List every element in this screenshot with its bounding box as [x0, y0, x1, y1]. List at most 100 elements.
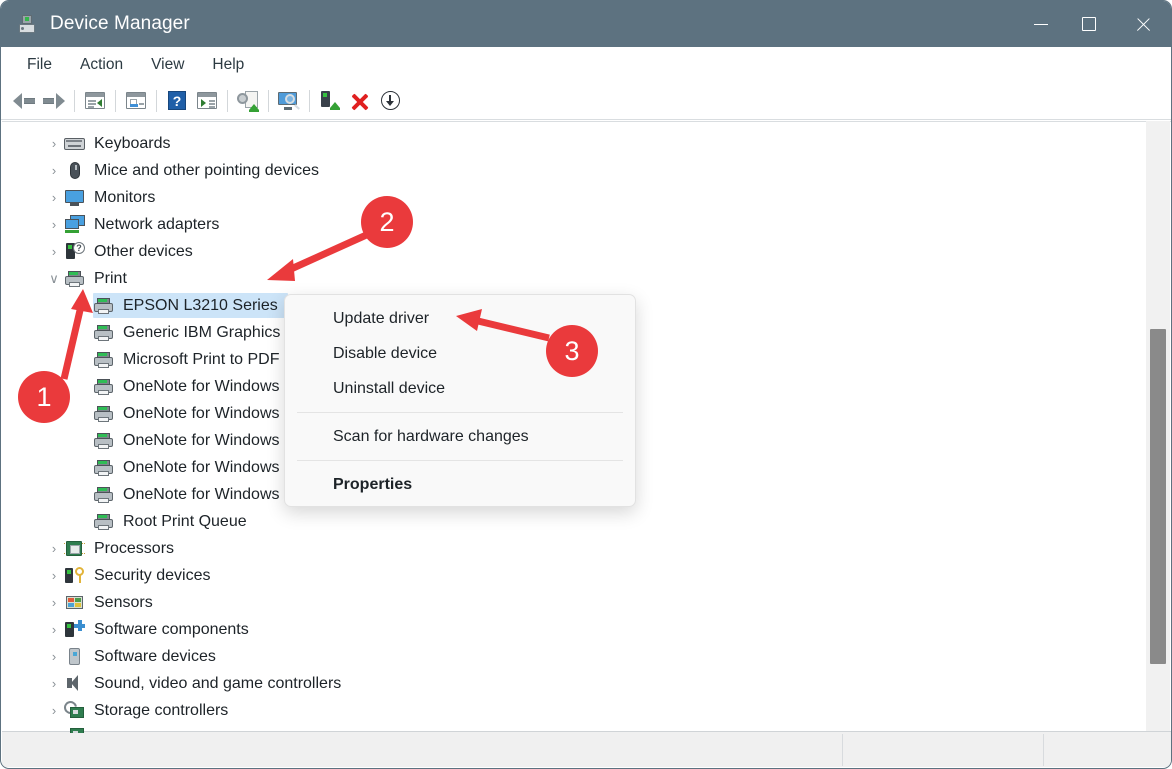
scan-for-hardware-changes-button[interactable] — [274, 86, 304, 116]
menu-item-file[interactable]: File — [17, 54, 62, 76]
status-bar — [2, 731, 1171, 767]
back-icon — [13, 92, 35, 109]
menu-item-help[interactable]: Help — [202, 54, 254, 76]
window-controls — [1017, 1, 1171, 47]
chevron-right-icon[interactable]: › — [44, 191, 64, 204]
tree-row-software-devices[interactable]: › Software devices — [2, 643, 1142, 670]
tree-row-mice-and-other-pointing-devices[interactable]: › Mice and other pointing devices — [2, 157, 1142, 184]
menu-bar: File Action View Help — [1, 47, 1171, 82]
context-menu-separator — [297, 412, 623, 413]
chevron-right-icon[interactable]: › — [44, 137, 64, 150]
toolbar-separator — [268, 89, 269, 112]
security-device-icon — [64, 566, 85, 585]
chevron-right-icon[interactable]: › — [44, 650, 64, 663]
printer-icon — [93, 485, 114, 504]
chevron-right-icon[interactable]: › — [44, 569, 64, 582]
show-hide-action-pane-icon — [197, 92, 217, 109]
tree-row-label: Monitors — [94, 188, 156, 206]
printer-icon — [93, 377, 114, 396]
storage-controller-icon — [64, 724, 85, 733]
menu-item-view[interactable]: View — [141, 54, 194, 76]
properties-icon — [126, 92, 146, 109]
forward-button[interactable] — [39, 86, 69, 116]
window-title: Device Manager — [50, 13, 190, 34]
tree-row-label: Mice and other pointing devices — [94, 161, 320, 179]
sound-device-icon — [64, 674, 85, 693]
help-icon: ? — [168, 91, 186, 110]
tree-row-label: Print — [94, 269, 127, 287]
software-component-icon — [64, 620, 85, 639]
tree-row-label: OneNote for Windows 10 — [123, 377, 302, 395]
context-menu-item-scan-for-hardware-changes[interactable]: Scan for hardware changes — [285, 419, 635, 454]
properties-button[interactable] — [121, 86, 151, 116]
maximize-button[interactable] — [1065, 1, 1113, 47]
scrollbar-thumb[interactable] — [1150, 329, 1166, 664]
chevron-right-icon[interactable]: › — [44, 245, 64, 258]
update-driver-button[interactable] — [233, 86, 263, 116]
forward-icon — [43, 92, 65, 109]
close-icon — [1135, 16, 1152, 33]
printer-icon — [93, 458, 114, 477]
chevron-right-icon[interactable]: › — [44, 623, 64, 636]
minimize-button[interactable] — [1017, 1, 1065, 47]
chevron-right-icon[interactable]: › — [44, 164, 64, 177]
uninstall-device-button[interactable] — [345, 86, 375, 116]
tree-row-sound-video-and-game-controllers[interactable]: › Sound, video and game controllers — [2, 670, 1142, 697]
device-manager-icon — [16, 13, 38, 35]
vertical-scrollbar[interactable] — [1146, 121, 1170, 733]
tree-row-storage-controllers[interactable]: › Storage controllers — [2, 697, 1142, 724]
printer-icon — [93, 323, 114, 342]
tree-row-processors[interactable]: › Processors — [2, 535, 1142, 562]
tree-row-sensors[interactable]: › Sensors — [2, 589, 1142, 616]
chevron-right-icon[interactable]: › — [44, 704, 64, 717]
chevron-right-icon[interactable]: › — [44, 542, 64, 555]
chevron-right-icon[interactable]: › — [44, 677, 64, 690]
chevron-down-icon[interactable]: ∨ — [44, 272, 64, 285]
tree-row-label: OneNote for Windows 10 — [123, 404, 302, 422]
tree-row-keyboards[interactable]: › Keyboards — [2, 130, 1142, 157]
show-hide-console-tree-button[interactable] — [80, 86, 110, 116]
chevron-right-icon[interactable]: › — [44, 596, 64, 609]
disable-device-button[interactable] — [375, 86, 405, 116]
context-menu-item-uninstall-device[interactable]: Uninstall device — [285, 371, 635, 406]
chevron-right-icon[interactable]: › — [44, 218, 64, 231]
tree-row-label: Other devices — [94, 242, 193, 260]
sensor-icon — [64, 593, 85, 612]
close-button[interactable] — [1113, 1, 1171, 47]
context-menu[interactable]: Update driver Disable device Uninstall d… — [284, 294, 636, 507]
tree-row-label: OneNote for Windows 10 — [123, 458, 302, 476]
processor-icon — [64, 539, 85, 558]
enable-device-icon — [320, 91, 340, 110]
toolbar-separator — [156, 89, 157, 112]
printer-icon — [93, 431, 114, 450]
tree-row-root-print-queue[interactable]: Root Print Queue — [2, 508, 1142, 535]
annotation-badge-3: 3 — [546, 325, 598, 377]
enable-device-button[interactable] — [315, 86, 345, 116]
storage-controller-icon — [61, 698, 85, 720]
tree-row-label: OneNote for Windows 10 — [123, 431, 302, 449]
tree-row-label: Sound, video and game controllers — [94, 674, 342, 692]
tree-row-label: Keyboards — [94, 134, 171, 152]
tree-row-monitors[interactable]: › Monitors — [2, 184, 1142, 211]
printer-icon — [93, 296, 114, 315]
toolbar-separator — [309, 89, 310, 112]
back-button[interactable] — [9, 86, 39, 116]
toolbar: ? — [1, 82, 1171, 120]
show-hide-action-pane-button[interactable] — [192, 86, 222, 116]
disable-device-icon — [380, 91, 400, 110]
status-bar-divider — [842, 734, 843, 766]
context-menu-item-properties[interactable]: Properties — [285, 467, 635, 502]
software-device-icon — [64, 647, 85, 666]
printer-icon — [64, 269, 85, 288]
menu-item-action[interactable]: Action — [70, 54, 133, 76]
tree-row-print[interactable]: ∨ Print — [2, 265, 1142, 292]
tree-row-label: Root Print Queue — [123, 512, 247, 530]
tree-row-other-devices[interactable]: › ? Other devices — [2, 238, 1142, 265]
tree-row-security-devices[interactable]: › Security devices — [2, 562, 1142, 589]
monitor-icon — [64, 188, 85, 207]
tree-row-network-adapters[interactable]: › Network adapters — [2, 211, 1142, 238]
help-button[interactable]: ? — [162, 86, 192, 116]
device-manager-window: Device Manager File Action View Help ? ›… — [0, 0, 1172, 769]
tree-row-software-components[interactable]: › Software components — [2, 616, 1142, 643]
context-menu-separator — [297, 460, 623, 461]
